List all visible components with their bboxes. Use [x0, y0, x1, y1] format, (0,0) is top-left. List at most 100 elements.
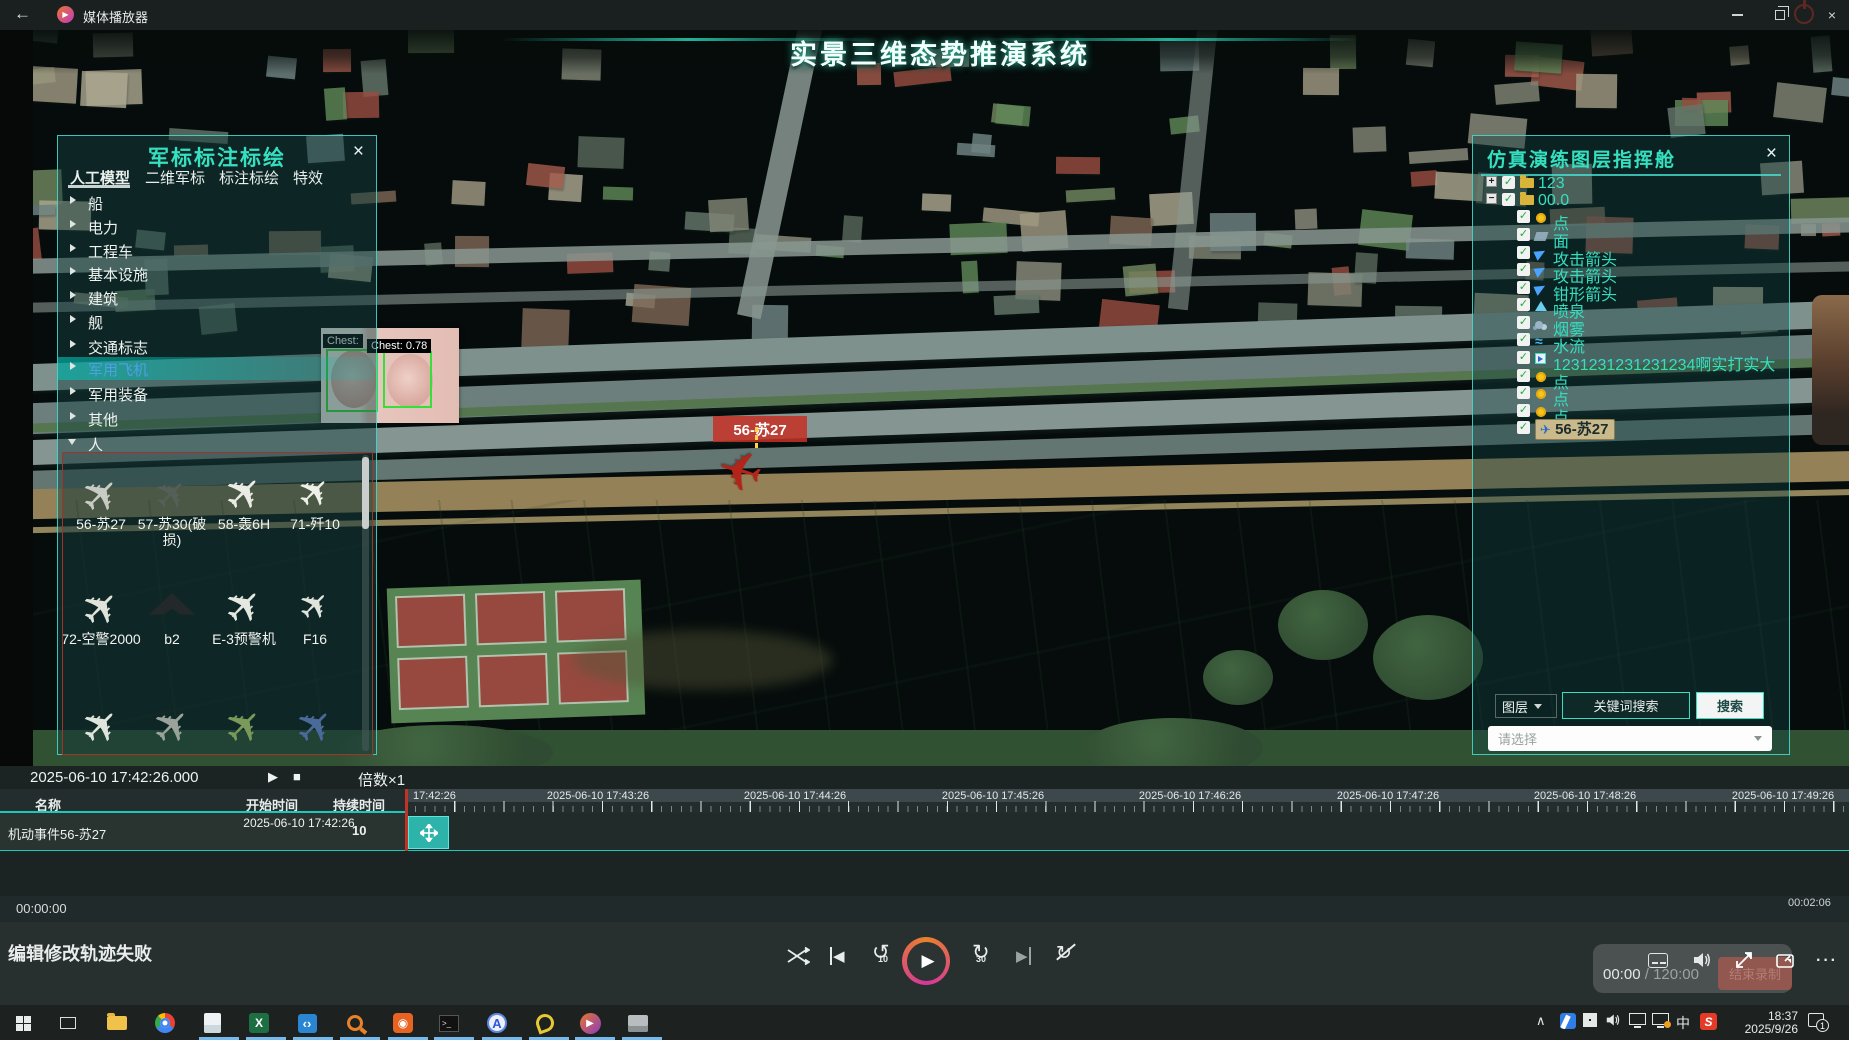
task-view-button[interactable] [55, 1010, 81, 1036]
tray-volume-icon[interactable] [1605, 1013, 1621, 1027]
tray-grid-icon[interactable] [1583, 1013, 1597, 1027]
photos-app-button[interactable] [625, 1010, 651, 1036]
restore-button[interactable] [1763, 0, 1797, 30]
checkbox-checked[interactable]: ✓ [1517, 333, 1530, 346]
panel-divider [1481, 174, 1781, 176]
notification-center-button[interactable]: 1 [1808, 1013, 1824, 1027]
category-naval[interactable]: 舰 [58, 310, 374, 333]
rewind-10-button[interactable]: ↺10 [872, 940, 890, 965]
tray-bing-icon[interactable] [1560, 1013, 1576, 1029]
timeline-play-button[interactable]: ▶ [268, 769, 278, 785]
search-button[interactable]: 搜索 [1696, 692, 1764, 719]
event-table-row[interactable]: 机动事件56-苏27 2025-06-10 17:42:26 10 [0, 813, 405, 851]
close-icon[interactable]: × [1766, 143, 1777, 165]
search-tool-button[interactable] [342, 1010, 368, 1036]
checkbox-checked[interactable]: ✓ [1517, 246, 1530, 259]
checkbox-checked[interactable]: ✓ [1517, 351, 1530, 364]
checkbox-checked[interactable]: ✓ [1517, 421, 1530, 434]
shield-app-button[interactable]: A [484, 1010, 510, 1036]
media-player-button[interactable]: ▶ [577, 1010, 603, 1036]
play-button[interactable]: ▶ [902, 937, 950, 985]
aircraft-icon[interactable]: ✈ [282, 693, 347, 755]
water-icon: ≈ [1535, 333, 1543, 349]
tray-clock[interactable]: 18:37 2025/9/26 [1728, 1010, 1798, 1036]
checkbox-checked[interactable]: ✓ [1517, 228, 1530, 241]
category-military-aircraft[interactable]: 军用飞机 [58, 357, 374, 380]
flag-icon [1535, 353, 1546, 364]
chrome-button[interactable] [152, 1010, 178, 1036]
timeline-event-block[interactable] [408, 816, 449, 849]
repeat-off-icon[interactable]: ↻ [1056, 942, 1072, 965]
layer-type-dropdown[interactable]: 图层 [1495, 694, 1557, 718]
terminal-button[interactable]: >_ [436, 1010, 462, 1036]
tray-chevron-icon[interactable]: ∧ [1536, 1013, 1546, 1029]
expand-icon[interactable]: + [1486, 176, 1497, 187]
pin-icon [1536, 372, 1546, 382]
aircraft-icon[interactable]: ✈ [211, 693, 276, 755]
tray-ime-indicator[interactable]: 中 [1676, 1013, 1690, 1033]
close-icon[interactable]: × [353, 141, 364, 163]
selected-layer[interactable]: ✈ 56-苏27 [1535, 419, 1615, 440]
aircraft-icon[interactable]: ✈ [68, 693, 133, 755]
start-button[interactable] [10, 1010, 36, 1036]
volume-icon[interactable] [1692, 951, 1712, 969]
tray-sogou-icon[interactable]: S [1700, 1013, 1717, 1030]
forward-30-button[interactable]: ↻30 [972, 940, 990, 965]
checkbox-checked[interactable]: ✓ [1517, 210, 1530, 223]
playback-speed[interactable]: 倍数×1 [358, 769, 405, 790]
mini-player-icon[interactable] [1776, 952, 1794, 968]
aircraft-f16-icon[interactable]: ✈ [288, 579, 342, 633]
panel-title: 仿真演练图层指挥舱 [1487, 145, 1676, 172]
tray-cast-icon[interactable] [1652, 1013, 1669, 1025]
tab-effects[interactable]: 特效 [293, 167, 323, 188]
fullscreen-icon[interactable] [1734, 950, 1754, 970]
checkbox-checked[interactable]: ✓ [1517, 316, 1530, 329]
court [397, 656, 469, 710]
category-ship[interactable]: 船 [58, 191, 374, 214]
excel-button[interactable]: X [246, 1010, 272, 1036]
timeline-stop-button[interactable]: ■ [293, 769, 301, 784]
category-engineering-vehicle[interactable]: 工程车 [58, 239, 374, 262]
category-power[interactable]: 电力 [58, 215, 374, 238]
category-military-equipment[interactable]: 军用装备 [58, 382, 374, 405]
checkbox-checked[interactable]: ✓ [1517, 386, 1530, 399]
next-button[interactable]: ▶ [1016, 947, 1031, 965]
notepad-button[interactable] [199, 1010, 225, 1036]
category-other[interactable]: 其他 [58, 407, 374, 430]
yellow-app-button[interactable] [532, 1010, 558, 1036]
checkbox-checked[interactable]: ✓ [1517, 281, 1530, 294]
shuffle-icon[interactable] [786, 946, 810, 966]
court [555, 588, 627, 642]
checkbox-checked[interactable]: ✓ [1502, 193, 1515, 206]
category-infrastructure[interactable]: 基本设施 [58, 262, 374, 285]
aircraft-su30-icon[interactable]: ✈ [144, 467, 200, 523]
close-button[interactable]: × [1815, 0, 1849, 30]
keyword-search-input[interactable]: 关键词搜索 [1562, 692, 1690, 719]
more-options-button[interactable]: ··· [1816, 952, 1838, 970]
checkbox-checked[interactable]: ✓ [1502, 176, 1515, 189]
subtitles-icon[interactable] [1648, 953, 1668, 968]
tab-annotation[interactable]: 标注标绘 [219, 167, 279, 188]
minimize-button[interactable] [1720, 0, 1754, 30]
back-icon[interactable]: ← [14, 4, 31, 24]
checkbox-checked[interactable]: ✓ [1517, 263, 1530, 276]
aircraft-icon[interactable]: ✈ [139, 693, 204, 755]
collapse-icon[interactable]: − [1486, 193, 1497, 204]
checkbox-checked[interactable]: ✓ [1517, 404, 1530, 417]
aircraft-e3-icon[interactable]: ✈ [211, 573, 276, 638]
file-explorer-button[interactable] [104, 1010, 130, 1036]
category-building[interactable]: 建筑 [58, 286, 374, 309]
scrollbar-thumb[interactable] [362, 457, 369, 529]
tray-network-icon[interactable] [1629, 1013, 1646, 1025]
aircraft-b2-icon[interactable] [149, 593, 195, 623]
vscode-button[interactable]: ‹› [294, 1010, 320, 1036]
checkbox-checked[interactable]: ✓ [1517, 298, 1530, 311]
orange-app-button[interactable]: ◉ [390, 1010, 416, 1036]
checkbox-checked[interactable]: ✓ [1517, 369, 1530, 382]
aircraft-j10-icon[interactable]: ✈ [287, 465, 343, 521]
previous-button[interactable]: ◀ [830, 947, 845, 965]
layer-select-dropdown[interactable]: 请选择 [1488, 726, 1772, 751]
windows-logo-icon [16, 1016, 31, 1031]
tab-2d-symbols[interactable]: 二维军标 [145, 167, 205, 188]
category-traffic-sign[interactable]: 交通标志 [58, 335, 374, 358]
